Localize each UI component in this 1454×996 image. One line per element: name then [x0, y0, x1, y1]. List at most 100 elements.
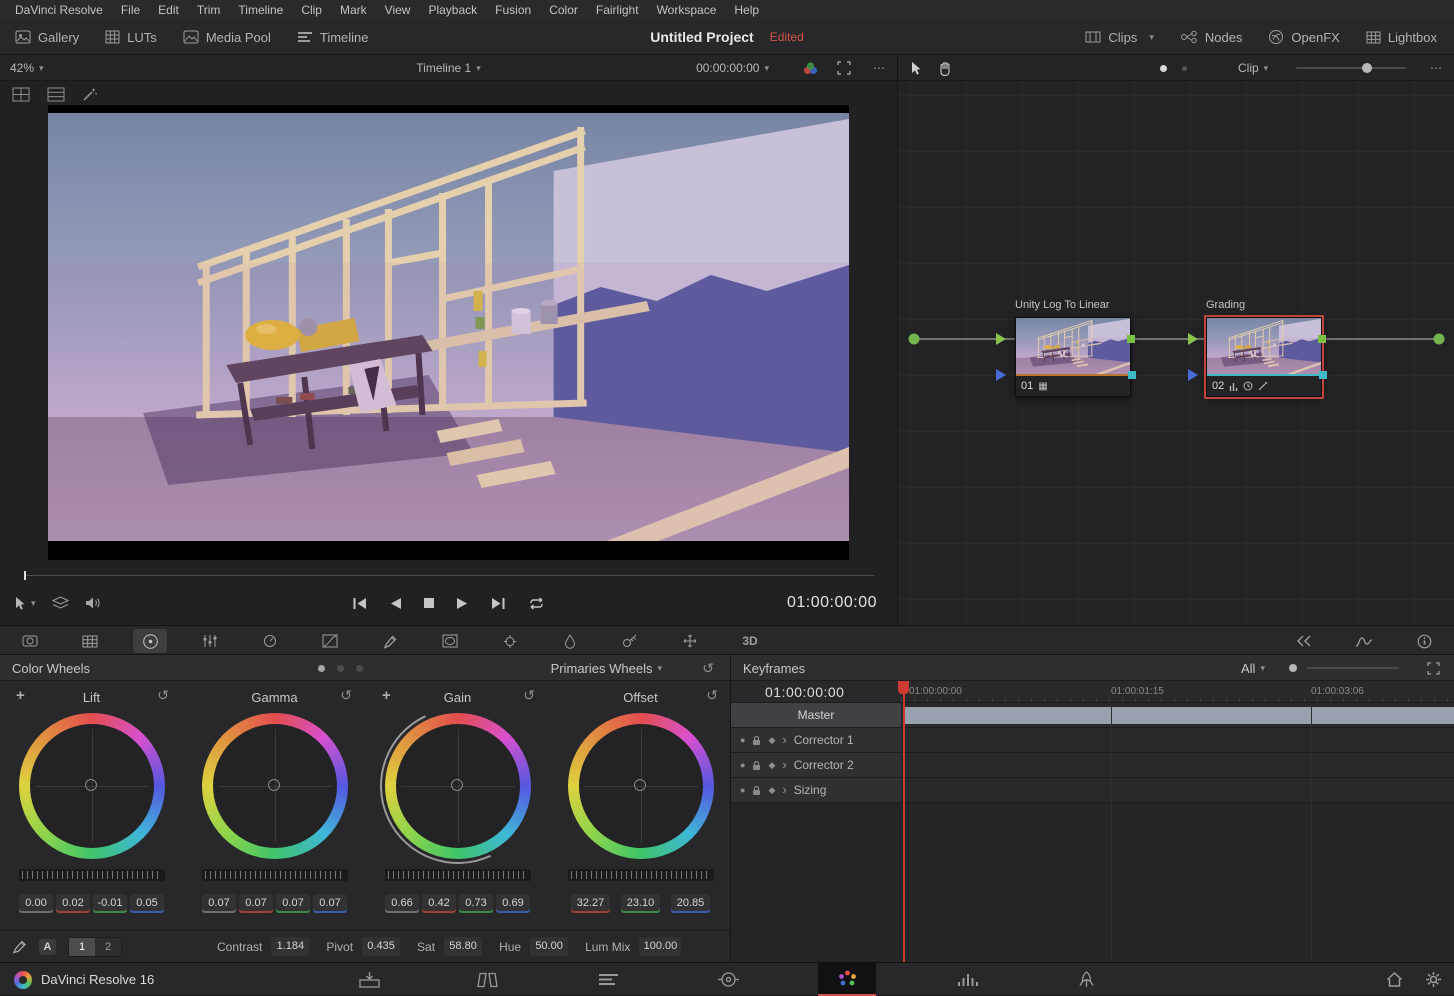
offset-reset-button[interactable]: ↺ — [706, 687, 718, 704]
lift-value-b[interactable]: 0.05 — [130, 894, 164, 913]
video-preview[interactable] — [48, 105, 849, 560]
gain-value-r[interactable]: 0.42 — [422, 894, 456, 913]
keyframes-zoom-dot[interactable] — [1289, 655, 1297, 681]
node-zoom-slider-thumb[interactable] — [1362, 63, 1372, 73]
menu-item-clip[interactable]: Clip — [292, 0, 331, 20]
gain-picker-icon[interactable]: + — [382, 687, 391, 704]
gain-reset-button[interactable]: ↺ — [523, 687, 535, 704]
lift-value-y[interactable]: 0.00 — [19, 894, 53, 913]
gain-wheel[interactable] — [385, 713, 531, 859]
cut-page-button[interactable] — [458, 963, 516, 996]
expand-icon[interactable] — [837, 55, 851, 81]
qualifier-button[interactable] — [360, 626, 420, 656]
viewer-scrubber[interactable] — [24, 571, 874, 581]
saturation-value[interactable]: 58.80 — [444, 937, 482, 956]
gamma-value-y[interactable]: 0.07 — [202, 894, 236, 913]
node-graph[interactable]: Unity Log To Linear 01 ▦ Grading 02 — [898, 81, 1454, 625]
power-window-button[interactable] — [420, 626, 480, 656]
track-label-sizing[interactable]: ● ◆ › Sizing — [731, 778, 901, 803]
track-area-sizing[interactable] — [901, 778, 1454, 803]
page-indicator[interactable] — [318, 655, 363, 681]
edit-page-button[interactable] — [579, 963, 637, 996]
curves-button[interactable] — [300, 626, 360, 656]
tab-1[interactable]: 1 — [69, 938, 95, 956]
camera-raw-button[interactable] — [0, 626, 60, 656]
lift-value-g[interactable]: -0.01 — [93, 894, 127, 913]
gamma-value-r[interactable]: 0.07 — [239, 894, 273, 913]
color-match-button[interactable] — [60, 626, 120, 656]
blur-button[interactable] — [540, 626, 600, 656]
fairlight-page-button[interactable] — [938, 963, 996, 996]
color-page-button[interactable] — [818, 963, 876, 996]
wheel-mode-dropdown[interactable]: Primaries Wheels ▾ — [551, 655, 662, 681]
offset-wheel-handle[interactable] — [634, 779, 646, 791]
play-button[interactable] — [456, 597, 469, 610]
scrubber-playhead[interactable] — [24, 571, 26, 580]
pivot-value[interactable]: 0.435 — [362, 937, 400, 956]
menu-item-trim[interactable]: Trim — [188, 0, 230, 20]
node-zoom-slider[interactable] — [1296, 55, 1406, 81]
keyframes-playhead-cap[interactable] — [898, 681, 909, 694]
gamma-master-slider[interactable] — [202, 869, 348, 881]
stop-button[interactable] — [423, 597, 435, 609]
hue-value[interactable]: 50.00 — [530, 937, 568, 956]
node-grading[interactable]: Grading 02 — [1206, 299, 1322, 397]
go-to-start-button[interactable] — [352, 597, 368, 610]
gamma-wheel[interactable] — [202, 713, 348, 859]
zoom-dropdown[interactable]: 42% ▾ — [10, 55, 44, 81]
sizing-button[interactable] — [660, 626, 720, 656]
menu-item-color[interactable]: Color — [540, 0, 587, 20]
track-label-master[interactable]: Master — [731, 703, 901, 728]
loop-button[interactable] — [527, 597, 546, 610]
lock-icon[interactable] — [752, 760, 761, 771]
offset-master-slider[interactable] — [568, 869, 714, 881]
key-button[interactable] — [600, 626, 660, 656]
fusion-page-button[interactable] — [699, 963, 757, 996]
keyframes-playhead[interactable] — [903, 681, 905, 962]
gain-value-y[interactable]: 0.66 — [385, 894, 419, 913]
select-tool-icon[interactable] — [910, 55, 922, 81]
stereo-3d-button[interactable]: 3D — [720, 626, 780, 656]
stills-grid-icon[interactable] — [12, 87, 30, 102]
gain-wheel-handle[interactable] — [451, 779, 463, 791]
settings-gear-icon[interactable] — [1425, 971, 1442, 988]
track-area-corrector-1[interactable] — [901, 728, 1454, 753]
expand-icon[interactable] — [1427, 655, 1440, 681]
timeline-dropdown[interactable]: Timeline 1 ▾ — [416, 61, 480, 75]
gamma-reset-button[interactable]: ↺ — [340, 687, 352, 704]
reset-palette-button[interactable]: ↺ — [702, 655, 714, 681]
tracker-button[interactable] — [480, 626, 540, 656]
contrast-value[interactable]: 1.184 — [271, 937, 309, 956]
deliver-page-button[interactable] — [1057, 963, 1115, 996]
menu-item-file[interactable]: File — [112, 0, 149, 20]
home-icon[interactable] — [1386, 972, 1403, 987]
lightbox-button[interactable]: Lightbox — [1353, 20, 1450, 54]
menu-item-help[interactable]: Help — [725, 0, 768, 20]
menu-item-timeline[interactable]: Timeline — [229, 0, 292, 20]
gain-value-g[interactable]: 0.73 — [459, 894, 493, 913]
enable-dot-icon[interactable]: ● — [740, 785, 745, 795]
gain-value-b[interactable]: 0.69 — [496, 894, 530, 913]
lock-icon[interactable] — [752, 735, 761, 746]
node-view-dropdown[interactable]: Clip ▾ — [1238, 55, 1268, 81]
split-screen-button[interactable] — [1274, 626, 1334, 656]
lift-picker-icon[interactable]: + — [16, 687, 25, 704]
keyframe-diamond-icon[interactable]: ◆ — [768, 760, 775, 771]
menu-item-edit[interactable]: Edit — [149, 0, 188, 20]
offset-wheel[interactable] — [568, 713, 714, 859]
node-more-button[interactable]: ⋯ — [1430, 55, 1442, 81]
enable-dot-icon[interactable]: ● — [740, 760, 745, 770]
keyframe-diamond-icon[interactable]: ◆ — [768, 735, 775, 746]
menu-item-app[interactable]: DaVinci Resolve — [6, 0, 112, 20]
lum-mix-value[interactable]: 100.00 — [639, 937, 681, 956]
menu-item-playback[interactable]: Playback — [419, 0, 486, 20]
keyframes-zoom-slider[interactable] — [1307, 655, 1399, 681]
keyframes-ruler[interactable]: 01:00:00:00 01:00:00:00 01:00:01:15 01:0… — [731, 681, 1454, 703]
gain-master-slider[interactable] — [385, 869, 531, 881]
track-label-corrector-1[interactable]: ● ◆ › Corrector 1 — [731, 728, 901, 753]
nodes-button[interactable]: Nodes — [1167, 20, 1256, 54]
menu-item-fusion[interactable]: Fusion — [486, 0, 540, 20]
expand-chevron-icon[interactable]: › — [782, 735, 786, 745]
lift-value-r[interactable]: 0.02 — [56, 894, 90, 913]
lift-wheel[interactable] — [19, 713, 165, 859]
